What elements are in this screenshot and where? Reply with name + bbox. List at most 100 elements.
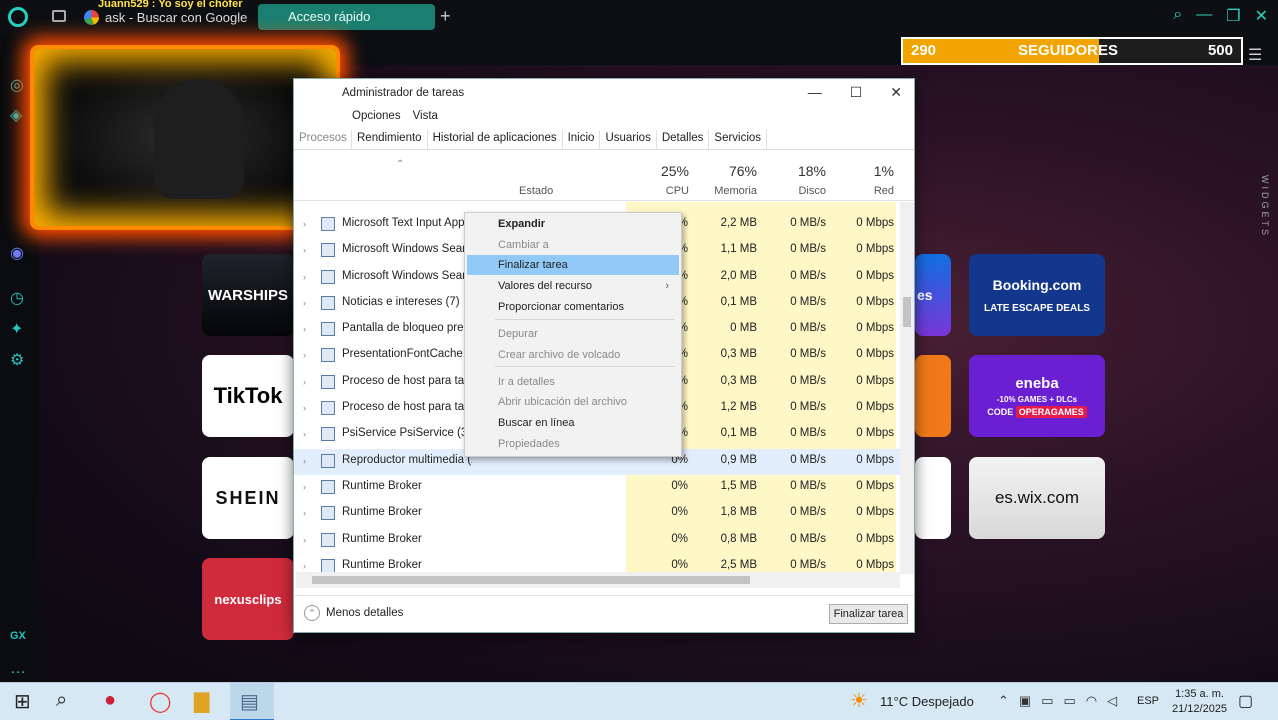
notification-icon[interactable]: ▢ xyxy=(1238,691,1253,711)
followers-goal: 500 xyxy=(1207,42,1233,59)
tile-world-of-warships[interactable]: WARSHIPS xyxy=(202,254,294,336)
col-net[interactable]: Red xyxy=(839,185,894,197)
tab-performance[interactable]: Rendimiento xyxy=(352,130,428,149)
tile-booking[interactable]: Booking.com LATE ESCAPE DEALS xyxy=(969,254,1105,336)
chevron-up-tray-icon[interactable]: ⌃ xyxy=(998,693,1009,709)
process-network: 0 Mbps xyxy=(856,453,894,466)
process-disk: 0 MB/s xyxy=(790,322,826,335)
extensions-icon[interactable]: ✦ xyxy=(10,319,23,339)
sort-arrow-icon[interactable]: ⌃ xyxy=(396,159,404,170)
volume-icon[interactable]: ◁ xyxy=(1107,693,1117,709)
col-cpu[interactable]: CPU xyxy=(644,185,689,197)
context-menu-item[interactable]: Finalizar tarea xyxy=(467,255,679,275)
tab-processes[interactable]: Procesos xyxy=(294,130,352,149)
menu-options[interactable]: Opciones xyxy=(352,110,401,122)
weather-icon[interactable]: ☀ xyxy=(850,688,868,713)
col-disk[interactable]: Disco xyxy=(774,185,826,197)
language-indicator[interactable]: ESP xyxy=(1137,695,1159,707)
battery-icon[interactable]: ▭ xyxy=(1064,693,1076,709)
app-icon[interactable]: ● xyxy=(104,689,116,712)
process-memory: 0,3 MB xyxy=(720,348,757,361)
tile-shein[interactable]: SHEIN xyxy=(202,457,294,539)
process-memory: 0,8 MB xyxy=(720,532,757,545)
tab-speed-dial[interactable]: Acceso rápido xyxy=(258,4,435,30)
close-icon[interactable]: ✕ xyxy=(1255,6,1268,26)
tm-minimize-icon[interactable]: — xyxy=(808,84,822,101)
opera-logo-icon[interactable] xyxy=(8,7,28,27)
discord-icon[interactable]: ◉ xyxy=(10,243,24,263)
task-manager-menu: Opciones Vista xyxy=(352,110,438,122)
widgets-label[interactable]: WIDGETS xyxy=(1260,175,1270,238)
col-disk-pct[interactable]: 18% xyxy=(774,163,826,179)
weather-text[interactable]: 11°C Despejado xyxy=(880,694,974,709)
menu-icon[interactable]: ☰ xyxy=(1248,45,1262,65)
tab-details[interactable]: Detalles xyxy=(657,130,710,149)
col-cpu-pct[interactable]: 25% xyxy=(644,163,689,179)
col-mem-pct[interactable]: 76% xyxy=(702,163,757,179)
tab-services[interactable]: Servicios xyxy=(709,130,768,149)
horizontal-scrollbar[interactable] xyxy=(296,572,900,588)
tab-startup[interactable]: Inicio xyxy=(563,130,601,149)
tab-users[interactable]: Usuarios xyxy=(600,130,657,149)
eneba-sub-label: -10% GAMES + DLCs xyxy=(996,395,1078,404)
more-icon[interactable]: … xyxy=(10,660,26,678)
tile-nexusclips[interactable]: nexusclips xyxy=(202,558,294,640)
less-details-button[interactable]: ⌃ Menos detalles xyxy=(304,605,403,621)
tile-games[interactable]: es xyxy=(915,254,951,336)
col-mem[interactable]: Memoria xyxy=(702,185,757,197)
wifi-icon[interactable]: ◠ xyxy=(1086,693,1097,709)
new-tab-icon[interactable]: + xyxy=(440,6,451,27)
history-icon[interactable]: ◷ xyxy=(10,288,24,308)
process-network: 0 Mbps xyxy=(856,348,894,361)
process-row[interactable]: › Runtime Broker 0% 1,5 MB 0 MB/s 0 Mbps xyxy=(294,475,904,501)
context-menu: Expandir Cambiar a Finalizar tarea Valores … xyxy=(464,212,682,457)
process-cpu: 0% xyxy=(671,506,688,519)
menu-view[interactable]: Vista xyxy=(413,110,438,122)
tile-white[interactable] xyxy=(915,457,951,539)
context-menu-item[interactable]: Expandir xyxy=(467,214,679,234)
context-menu-item[interactable]: Proporcionar comentarios xyxy=(467,297,679,317)
tile-orange[interactable] xyxy=(915,355,951,437)
process-disk: 0 MB/s xyxy=(790,243,826,256)
process-cpu: 0% xyxy=(671,558,688,571)
tile-tiktok[interactable]: TikTok xyxy=(202,355,294,437)
search-taskbar-icon[interactable]: ⌕ xyxy=(56,689,67,712)
gx-icon[interactable]: GX xyxy=(10,630,26,642)
sidebar-workspace-icon[interactable]: ◈ xyxy=(10,105,22,125)
expand-chevron-icon: › xyxy=(303,481,306,492)
clock[interactable]: 1:35 a. m. 21/12/2025 xyxy=(1172,687,1227,717)
vertical-scrollbar[interactable] xyxy=(900,202,914,574)
minimize-icon[interactable]: — xyxy=(1196,6,1212,26)
chevron-up-icon: ⌃ xyxy=(304,605,320,621)
usb-icon[interactable]: ▣ xyxy=(1019,693,1031,709)
followers-current: 290 xyxy=(911,42,937,59)
tile-eneba[interactable]: eneba -10% GAMES + DLCs CODE OPERAGAMES xyxy=(969,355,1105,437)
process-row[interactable]: › Runtime Broker 0% 0,8 MB 0 MB/s 0 Mbps xyxy=(294,528,904,554)
process-memory: 1,8 MB xyxy=(720,506,757,519)
sidebar-aria-icon[interactable]: ◎ xyxy=(10,75,24,95)
horizontal-scroll-thumb[interactable] xyxy=(312,576,750,584)
tm-maximize-icon[interactable]: ☐ xyxy=(850,84,863,101)
monitor-icon[interactable]: ▭ xyxy=(1041,693,1053,709)
context-menu-item[interactable]: Buscar en línea xyxy=(467,413,679,433)
expand-chevron-icon: › xyxy=(303,403,306,414)
windows-start-icon[interactable]: ⊞ xyxy=(14,689,31,714)
gamepad-icon[interactable] xyxy=(52,10,66,22)
tab-google-search[interactable]: ask - Buscar con Google xyxy=(84,5,247,29)
tile-wix[interactable]: es.wix.com xyxy=(969,457,1105,539)
tab-app-history[interactable]: Historial de aplicaciones xyxy=(428,130,563,149)
process-icon xyxy=(321,427,335,442)
end-task-button[interactable]: Finalizar tarea xyxy=(829,604,908,624)
file-explorer-icon[interactable]: ▇ xyxy=(194,689,209,714)
search-icon[interactable]: ⌕ xyxy=(1173,6,1182,26)
settings-icon[interactable]: ⚙ xyxy=(10,350,24,370)
process-row[interactable]: › Runtime Broker 0% 1,8 MB 0 MB/s 0 Mbps xyxy=(294,501,904,527)
col-net-pct[interactable]: 1% xyxy=(839,163,894,179)
process-row[interactable]: › Runtime Broker 0% 2,5 MB 0 MB/s 0 Mbps xyxy=(294,554,904,574)
col-status[interactable]: Estado xyxy=(519,185,553,197)
context-menu-item[interactable]: Valores del recurso › xyxy=(467,276,679,296)
vertical-scroll-thumb[interactable] xyxy=(903,297,911,327)
tm-close-icon[interactable]: ✕ xyxy=(890,84,902,101)
maximize-icon[interactable]: ❐ xyxy=(1226,6,1240,26)
opera-gx-taskbar-icon[interactable]: ◯ xyxy=(149,689,171,714)
